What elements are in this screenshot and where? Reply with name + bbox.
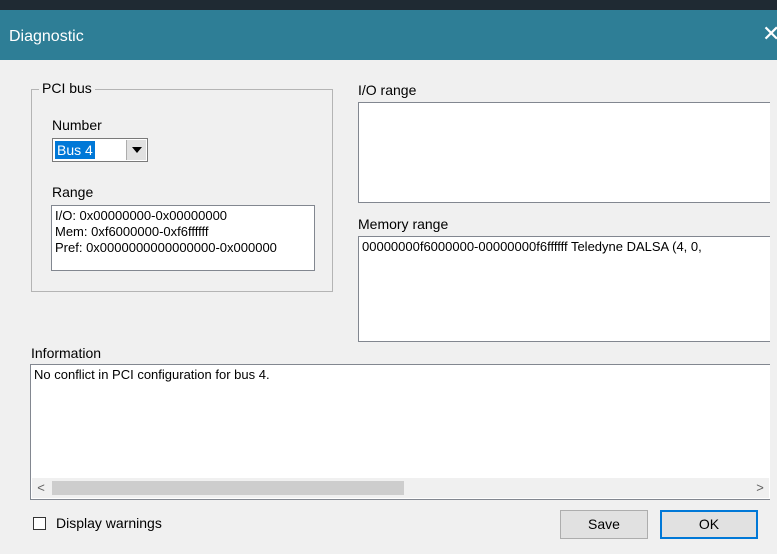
information-box[interactable]: No conflict in PCI configuration for bus…	[30, 364, 770, 500]
window-title: Diagnostic	[9, 28, 84, 45]
scroll-thumb[interactable]	[52, 481, 404, 495]
io-range-content	[359, 103, 770, 107]
range-label: Range	[52, 184, 94, 200]
information-text: No conflict in PCI configuration for bus…	[34, 367, 270, 382]
chevron-down-icon[interactable]	[126, 140, 146, 160]
save-button[interactable]: Save	[560, 510, 648, 539]
range-line-io: I/O: 0x00000000-0x00000000	[55, 208, 228, 223]
memory-range-box[interactable]: 00000000f6000000-00000000f6ffffff Teledy…	[358, 236, 770, 342]
close-icon[interactable]: ✕	[762, 23, 777, 45]
range-box[interactable]: I/O: 0x00000000-0x00000000 Mem: 0xf60000…	[51, 205, 315, 271]
dialog-client: PCI bus Number Bus 4 Range I/O: 0x000000…	[0, 60, 777, 554]
bus-number-select[interactable]: Bus 4	[52, 138, 148, 162]
information-label: Information	[31, 345, 102, 361]
top-strip	[0, 0, 777, 10]
range-line-mem: Mem: 0xf6000000-0xf6ffffff	[55, 224, 209, 239]
range-line-pref: Pref: 0x0000000000000000-0x000000	[55, 240, 277, 255]
scroll-left-icon[interactable]: <	[32, 478, 50, 498]
pci-bus-legend: PCI bus	[39, 80, 95, 96]
bus-number-value: Bus 4	[55, 141, 95, 159]
information-hscrollbar[interactable]: < >	[32, 478, 769, 498]
display-warnings-label: Display warnings	[56, 515, 162, 531]
number-label: Number	[52, 117, 102, 133]
io-range-box[interactable]	[358, 102, 770, 203]
title-bar: Diagnostic ✕	[0, 10, 777, 60]
memory-range-label: Memory range	[358, 216, 449, 232]
display-warnings-checkbox[interactable]	[33, 517, 46, 530]
memory-range-line: 00000000f6000000-00000000f6ffffff Teledy…	[362, 239, 702, 254]
io-range-label: I/O range	[358, 82, 417, 98]
scroll-right-icon[interactable]: >	[751, 478, 769, 498]
ok-button[interactable]: OK	[660, 510, 758, 539]
